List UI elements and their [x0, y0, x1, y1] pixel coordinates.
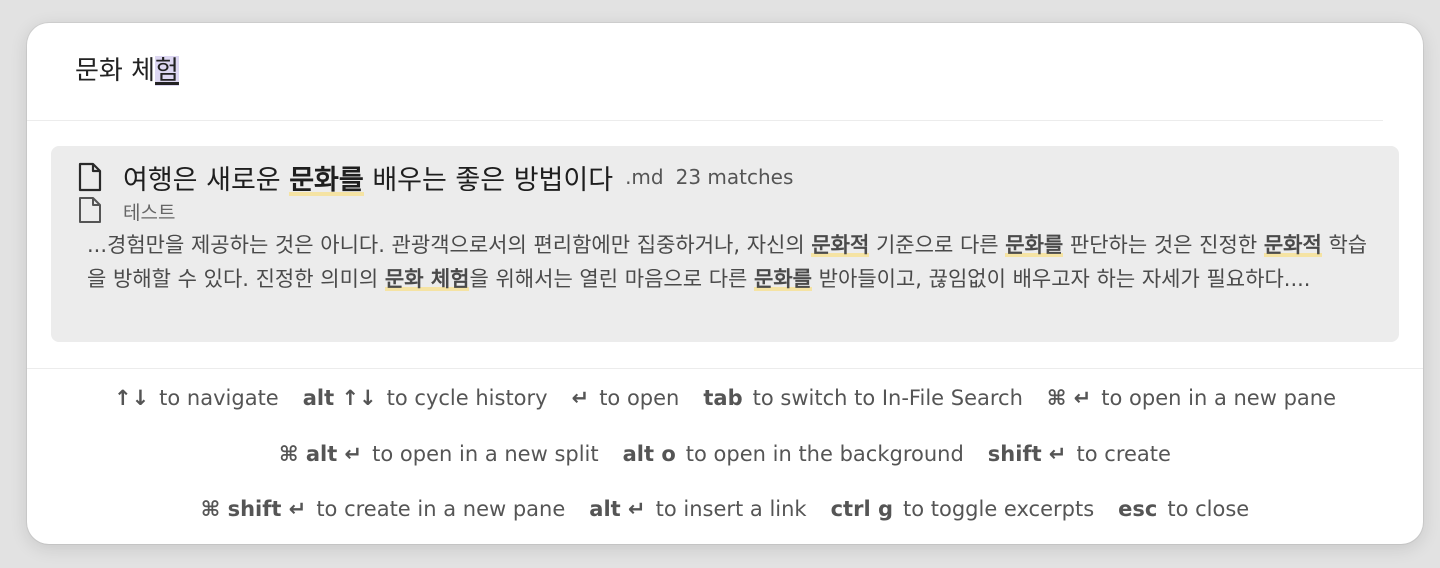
instruction: ctrl g to toggle excerpts [831, 497, 1095, 521]
instruction: esc to close [1118, 497, 1249, 521]
instruction-label: to open in a new pane [1101, 386, 1337, 410]
instruction: alt ↵ to insert a link [589, 497, 806, 521]
quick-switcher-modal: 문화 체험 여행은 새로운 문화를 배우는 좋은 방법이다 .md 23 mat… [27, 23, 1423, 544]
result-title-highlight: 문화를 [289, 164, 364, 196]
instruction: shift ↵ to create [988, 442, 1171, 466]
search-input[interactable]: 문화 체험 [75, 51, 179, 91]
instruction: ↑↓ to navigate [114, 386, 279, 410]
instruction: alt ↑↓ to cycle history [303, 386, 548, 410]
instructions-line: ⌘ alt ↵ to open in a new split alt o to ope… [27, 442, 1423, 466]
result-path: 테스트 [123, 201, 176, 224]
instruction: alt o to open in the background [623, 442, 964, 466]
result-title-after: 배우는 좋은 방법이다 [363, 164, 614, 196]
excerpt-highlight: 문화를 [1005, 233, 1064, 257]
excerpt-highlight: 문화 체험 [384, 267, 470, 291]
instruction: ⌘ shift ↵ to create in a new pane [201, 497, 566, 521]
instruction-key: alt ↑↓ [302, 386, 377, 410]
instruction-key: alt ↵ [589, 497, 646, 521]
instruction-key: shift ↵ [987, 442, 1067, 466]
file-icon [77, 196, 103, 226]
instruction-key: ↑↓ [113, 386, 150, 410]
instruction-label: to toggle excerpts [903, 497, 1095, 521]
instruction-key: ctrl g [830, 497, 893, 521]
excerpt-text: 받아들이고, 끊임없이 배우고자 하는 자세가 필요하다.... [812, 267, 1311, 291]
instruction-label: to open in a new split [372, 442, 599, 466]
instruction-label: to open [599, 386, 680, 410]
instruction-label: to create in a new pane [316, 497, 566, 521]
instruction-key: esc [1118, 497, 1158, 521]
instruction-label: to navigate [159, 386, 279, 410]
instruction-key: ↵ [571, 386, 590, 410]
result-path-row: 테스트 [77, 196, 175, 226]
instruction-label: to switch to In-File Search [752, 386, 1023, 410]
excerpt-text: 기준으로 다른 [869, 233, 1006, 257]
search-result-item[interactable]: 여행은 새로운 문화를 배우는 좋은 방법이다 .md 23 matches 테… [51, 146, 1399, 342]
excerpt-highlight: 문화적 [1263, 233, 1322, 257]
footer-divider [27, 368, 1423, 369]
instruction: ⌘ alt ↵ to open in a new split [279, 442, 599, 466]
instruction: tab to switch to In-File Search [703, 386, 1023, 410]
excerpt-text: 판단하는 것은 진정한 [1063, 233, 1264, 257]
instruction-key: ⌘ alt ↵ [279, 442, 363, 466]
instruction-label: to open in the background [685, 442, 964, 466]
instruction-key: alt o [622, 442, 676, 466]
instruction-key: ⌘ ↵ [1046, 386, 1092, 410]
instruction-label: to cycle history [386, 386, 548, 410]
excerpt-highlight: 문화를 [754, 267, 812, 291]
excerpt-text: ...경험만을 제공하는 것은 아니다. 관광객으로서의 편리함에만 집중하거나… [87, 233, 812, 257]
excerpt-text: 을 위해서는 열린 마음으로 다른 [469, 267, 755, 291]
result-title: 여행은 새로운 문화를 배우는 좋은 방법이다 [123, 158, 613, 197]
result-title-row: 여행은 새로운 문화를 배우는 좋은 방법이다 .md 23 matches [77, 158, 793, 196]
result-match-count: 23 matches [675, 165, 794, 189]
result-extension: .md [625, 165, 664, 189]
result-title-before: 여행은 새로운 [123, 164, 290, 196]
instruction-label: to create [1076, 442, 1171, 466]
instruction: ⌘ ↵ to open in a new pane [1047, 386, 1336, 410]
result-excerpt: ...경험만을 제공하는 것은 아니다. 관광객으로서의 편리함에만 집중하거나… [87, 228, 1377, 296]
instruction: ↵ to open [572, 386, 680, 410]
search-divider [27, 120, 1383, 121]
search-query-text: 문화 체 [75, 56, 156, 86]
instructions-line: ↑↓ to navigate alt ↑↓ to cycle history ↵ to o… [27, 386, 1423, 410]
file-icon [77, 162, 103, 192]
instruction-key: ⌘ shift ↵ [200, 497, 307, 521]
instructions-line: ⌘ shift ↵ to create in a new pane alt ↵ to … [27, 497, 1423, 521]
search-composing-character: 험 [155, 56, 179, 86]
excerpt-highlight: 문화적 [811, 233, 870, 257]
instruction-label: to close [1167, 497, 1250, 521]
instruction-key: tab [703, 386, 743, 410]
instruction-label: to insert a link [655, 497, 807, 521]
